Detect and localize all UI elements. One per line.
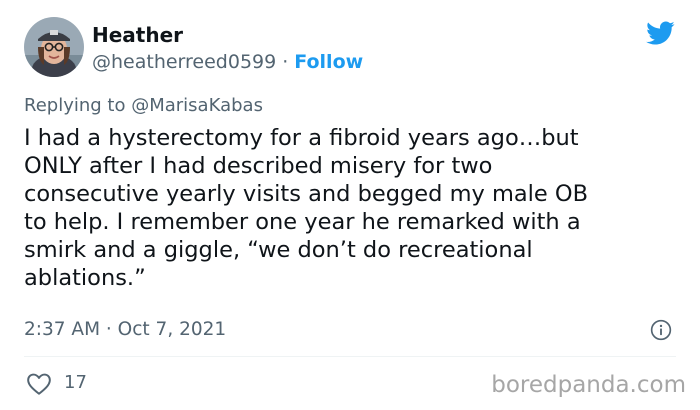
tweet-timestamp[interactable]: 2:37 AM · Oct 7, 2021 — [24, 317, 226, 343]
tweet-card: Heather @heatherreed0599 · Follow Replying… — [0, 0, 700, 410]
replying-to: Replying to @MarisaKabas — [24, 93, 263, 119]
replying-prefix: Replying to — [24, 95, 126, 116]
avatar[interactable] — [24, 17, 84, 77]
separator-dot: · — [282, 51, 289, 73]
author-handle[interactable]: @heatherreed0599 — [92, 51, 276, 73]
tweet-line: consecutive yearly visits and begged my … — [24, 181, 589, 207]
author-handle-row: @heatherreed0599 · Follow — [92, 49, 363, 75]
tweet-line: I had a hysterectomy for a fibroid years… — [24, 125, 579, 151]
watermark: boredpanda.com — [491, 372, 686, 398]
tweet-line: smirk and a giggle, “we don’t do recreat… — [24, 237, 533, 263]
tweet-line: ablations.” — [24, 265, 146, 291]
like-count: 17 — [64, 372, 87, 393]
heart-icon[interactable] — [26, 372, 52, 396]
reply-mention-link[interactable]: @MarisaKabas — [131, 95, 263, 116]
twitter-bird-icon[interactable] — [643, 18, 677, 48]
info-icon[interactable] — [650, 319, 672, 341]
tweet-text: I had a hysterectomy for a fibroid years… — [24, 124, 684, 292]
tweet-line: to help. I remember one year he remarked… — [24, 209, 581, 235]
follow-button[interactable]: Follow — [294, 51, 363, 73]
author-name[interactable]: Heather — [92, 22, 183, 48]
divider — [24, 356, 676, 357]
tweet-line: ONLY after I had described misery for tw… — [24, 153, 493, 179]
